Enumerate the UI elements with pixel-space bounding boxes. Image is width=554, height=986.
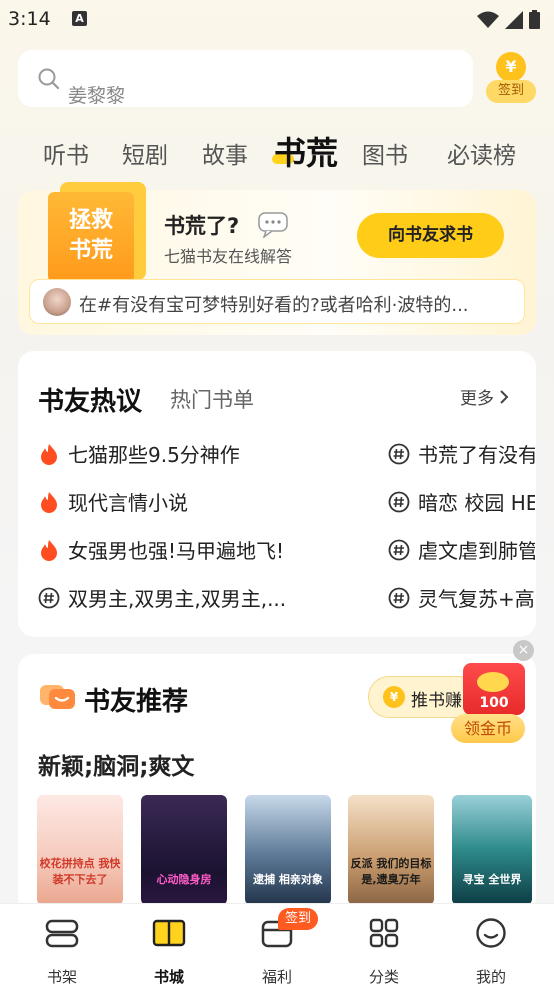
topic-item[interactable]: 虐文虐到肺管 <box>388 535 535 564</box>
book-cover[interactable]: 反派 我们的目标是,遗臭万年 <box>348 795 434 905</box>
category-tabs: 听书 短剧 故事 书荒 图书 必读榜 <box>0 128 554 178</box>
battery-icon <box>529 10 540 29</box>
wifi-icon <box>477 11 499 28</box>
red-packet-icon[interactable]: 100 <box>463 663 525 715</box>
smiley-icon <box>476 918 506 948</box>
rescue-book-image: 拯救 书荒 <box>48 182 146 282</box>
fire-icon <box>41 444 57 465</box>
topic-item[interactable]: 女强男也强!马甲遍地飞! <box>38 535 284 564</box>
hashtag-icon <box>38 587 60 609</box>
genre-tags: 新颖;脑洞;爽文 <box>38 754 195 780</box>
ask-book-friends-button[interactable]: 向书友求书 <box>357 213 504 258</box>
hashtag-icon <box>388 443 410 465</box>
search-placeholder: 姜黎黎 <box>68 85 126 107</box>
topic-item[interactable]: 现代言情小说 <box>38 487 188 516</box>
rescue-subtitle: 七猫书友在线解答 <box>164 247 293 266</box>
tab-listen[interactable]: 听书 <box>43 136 89 170</box>
hashtag-icon <box>388 587 410 609</box>
tab-book-famine[interactable]: 书荒 <box>271 128 338 174</box>
hashtag-icon <box>388 539 410 561</box>
search-bar[interactable]: 姜黎黎 <box>18 50 473 107</box>
question-ticker[interactable]: 在#有没有宝可梦特别好看的?或者哈利·波特的... <box>29 279 525 324</box>
bookshelf-icon <box>45 919 79 948</box>
signin-label: 签到 <box>486 80 536 103</box>
close-icon[interactable]: × <box>513 640 534 661</box>
tab-short-drama[interactable]: 短剧 <box>122 136 168 170</box>
search-icon <box>38 68 60 90</box>
fire-icon <box>41 540 57 561</box>
hashtag-icon <box>388 491 410 513</box>
right-topic-column: 书荒了有没有 暗恋 校园 HE 虐文虐到肺管 灵气复苏+高 <box>388 430 535 620</box>
fire-icon <box>41 492 57 513</box>
grid-icon <box>369 918 399 948</box>
status-bar: 3:14 A <box>0 0 554 40</box>
avatar <box>43 288 71 316</box>
chat-bubbles-icon <box>40 685 75 709</box>
collect-gold-button[interactable]: 领金币 <box>451 714 525 743</box>
system-icons <box>477 10 540 29</box>
chevron-right-icon <box>500 390 509 404</box>
topic-item[interactable]: 双男主,双男主,双男主,... <box>38 583 286 612</box>
topic-item[interactable]: 灵气复苏+高 <box>388 583 535 612</box>
coin-icon: ¥ <box>383 686 405 708</box>
bottom-nav: 书架 书城 福利 分类 我的 <box>0 903 554 986</box>
tab-books[interactable]: 图书 <box>362 136 408 170</box>
book-cover[interactable]: 校花拼持点 我快装不下去了 <box>37 795 123 905</box>
book-cover[interactable]: 寻宝 全世界 <box>452 795 532 905</box>
more-link[interactable]: 更多 <box>460 384 509 409</box>
hot-booklist-tab[interactable]: 热门书单 <box>170 384 254 414</box>
coin-icon: ¥ <box>496 52 526 82</box>
topic-item[interactable]: 书荒了有没有 <box>388 439 535 468</box>
signin-button[interactable]: ¥ 签到 <box>486 52 536 104</box>
topic-item[interactable]: 暗恋 校园 HE <box>388 487 535 516</box>
recommend-title: 书友推荐 <box>84 687 189 717</box>
signal-icon <box>505 10 523 29</box>
topic-item[interactable]: 七猫那些9.5分神作 <box>38 439 240 468</box>
ticker-text: 在#有没有宝可梦特别好看的?或者哈利·波特的... <box>79 295 469 316</box>
status-time: 3:14 <box>8 8 51 30</box>
tab-story[interactable]: 故事 <box>202 136 248 170</box>
open-book-icon <box>152 919 186 947</box>
welfare-signin-badge: 签到 <box>278 908 318 930</box>
book-cover[interactable]: 心动隐身房 <box>141 795 227 905</box>
chat-bubble-icon <box>258 212 288 238</box>
rescue-title: 书荒了? <box>164 214 240 238</box>
hot-discussion-title[interactable]: 书友热议 <box>38 381 142 418</box>
tab-must-read[interactable]: 必读榜 <box>447 136 516 170</box>
book-cover[interactable]: 逮捕 相亲对象 <box>245 795 331 905</box>
notification-a-icon: A <box>72 11 87 26</box>
